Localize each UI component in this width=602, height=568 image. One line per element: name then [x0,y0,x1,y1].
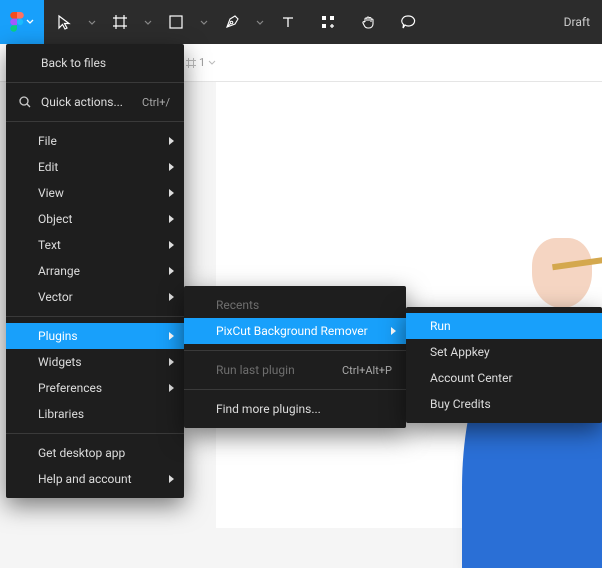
cursor-icon [56,14,72,30]
pen-tool[interactable] [212,0,252,44]
frame-icon [186,58,196,68]
menu-back-to-files[interactable]: Back to files [6,50,184,76]
text-tool[interactable] [268,0,308,44]
shape-tool-chevron[interactable] [196,0,212,44]
chevron-down-icon [256,20,264,25]
menu-file[interactable]: File [6,128,184,154]
menu-plugins[interactable]: Plugins [6,323,184,349]
chevron-down-icon [200,20,208,25]
plugin-action-buy-credits[interactable]: Buy Credits [406,391,602,417]
chevron-right-icon [169,358,174,366]
chevron-right-icon [169,215,174,223]
chevron-right-icon [169,475,174,483]
menu-object[interactable]: Object [6,206,184,232]
chevron-down-icon [208,60,216,65]
pen-tool-chevron[interactable] [252,0,268,44]
hand-icon [360,14,376,30]
menu-edit[interactable]: Edit [6,154,184,180]
chevron-right-icon [169,332,174,340]
menu-shortcut: Ctrl+/ [142,96,170,109]
menu-vector[interactable]: Vector [6,284,184,310]
menu-text[interactable]: Text [6,232,184,258]
plugin-action-run[interactable]: Run [406,313,602,339]
plugins-pixcut[interactable]: PixCut Background Remover [184,318,406,344]
menu-help-account[interactable]: Help and account [6,466,184,492]
main-menu: Back to files Quick actions... Ctrl+/ Fi… [6,44,184,498]
pen-icon [224,14,240,30]
comment-icon [400,14,416,30]
chevron-right-icon [169,137,174,145]
chevron-right-icon [169,293,174,301]
menu-separator [184,350,406,351]
canvas-frame-label: 1 [199,56,205,69]
file-status-label: Draft [564,15,590,29]
figma-menu-button[interactable] [0,0,44,44]
menu-preferences[interactable]: Preferences [6,375,184,401]
shape-tool[interactable] [156,0,196,44]
menu-separator [184,389,406,390]
menu-separator [6,82,184,83]
frame-tool[interactable] [100,0,140,44]
chevron-down-icon [26,19,34,25]
resources-tool[interactable] [308,0,348,44]
move-tool[interactable] [44,0,84,44]
plugin-action-set-appkey[interactable]: Set Appkey [406,339,602,365]
chevron-right-icon [169,384,174,392]
frame-tool-chevron[interactable] [140,0,156,44]
menu-label: Quick actions... [41,95,133,109]
chevron-right-icon [169,189,174,197]
top-toolbar: Draft [0,0,602,44]
menu-separator [6,121,184,122]
chevron-right-icon [169,163,174,171]
rectangle-icon [168,14,184,30]
menu-arrange[interactable]: Arrange [6,258,184,284]
plugins-run-last[interactable]: Run last pluginCtrl+Alt+P [184,357,406,383]
chevron-right-icon [391,327,396,335]
text-icon [280,14,296,30]
menu-view[interactable]: View [6,180,184,206]
menu-widgets[interactable]: Widgets [6,349,184,375]
frame-icon [112,14,128,30]
plugin-actions-submenu: Run Set Appkey Account Center Buy Credit… [406,307,602,423]
chevron-right-icon [169,241,174,249]
chevron-down-icon [88,20,96,25]
menu-quick-actions[interactable]: Quick actions... Ctrl+/ [6,89,184,115]
hand-tool[interactable] [348,0,388,44]
plugin-action-account-center[interactable]: Account Center [406,365,602,391]
plugins-submenu: Recents PixCut Background Remover Run la… [184,286,406,428]
plugins-find-more[interactable]: Find more plugins... [184,396,406,422]
chevron-right-icon [169,267,174,275]
resources-icon [320,14,336,30]
move-tool-chevron[interactable] [84,0,100,44]
menu-desktop-app[interactable]: Get desktop app [6,440,184,466]
menu-label: Back to files [41,56,170,70]
comment-tool[interactable] [388,0,428,44]
chevron-down-icon [144,20,152,25]
menu-shortcut: Ctrl+Alt+P [342,364,392,377]
figma-logo-icon [10,12,24,32]
menu-separator [6,433,184,434]
menu-libraries[interactable]: Libraries [6,401,184,427]
search-icon [18,95,32,109]
menu-separator [6,316,184,317]
canvas-frame-item[interactable]: 1 [186,56,216,69]
plugins-recents-header: Recents [184,292,406,318]
